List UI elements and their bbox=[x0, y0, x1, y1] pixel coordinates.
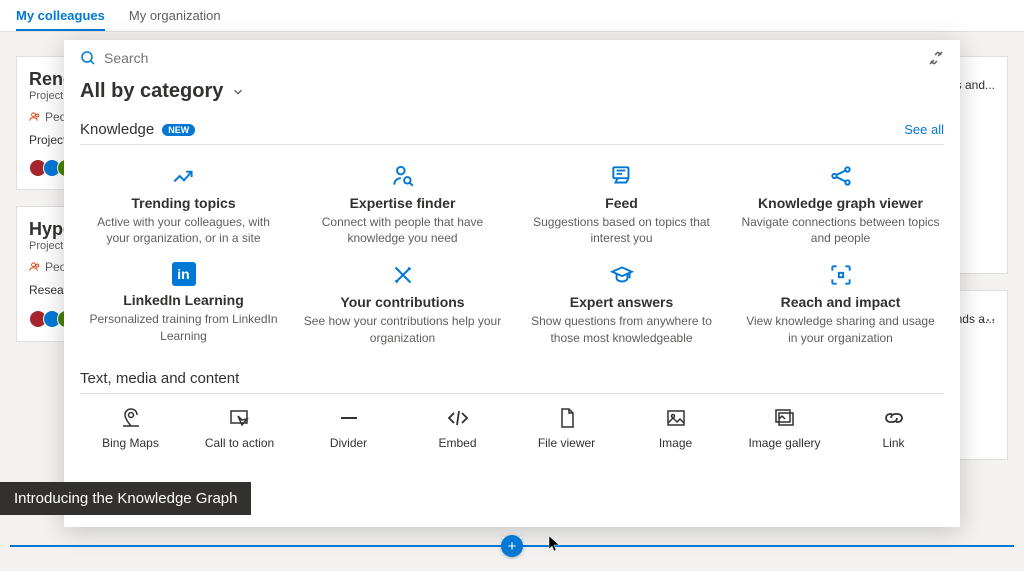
item-link[interactable]: Link bbox=[843, 406, 944, 450]
linkedin-icon: in bbox=[172, 262, 196, 286]
divider-icon bbox=[337, 406, 361, 430]
collapse-icon[interactable] bbox=[928, 50, 944, 66]
tile-linkedin-learning[interactable]: in LinkedIn Learning Personalized traini… bbox=[80, 258, 287, 349]
tile-knowledge-graph-viewer[interactable]: Knowledge graph viewer Navigate connecti… bbox=[737, 159, 944, 250]
link-icon bbox=[882, 406, 906, 430]
map-pin-icon bbox=[119, 406, 143, 430]
item-image[interactable]: Image bbox=[625, 406, 726, 450]
content-grid: Bing Maps Call to action Divider Embed F… bbox=[64, 394, 960, 462]
video-caption: Introducing the Knowledge Graph bbox=[0, 482, 251, 515]
tile-expertise-finder[interactable]: Expertise finder Connect with people tha… bbox=[299, 159, 506, 250]
mouse-cursor bbox=[548, 535, 562, 553]
gallery-icon bbox=[773, 406, 797, 430]
item-divider[interactable]: Divider bbox=[298, 406, 399, 450]
tile-your-contributions[interactable]: Your contributions See how your contribu… bbox=[299, 258, 506, 349]
tile-expert-answers[interactable]: Expert answers Show questions from anywh… bbox=[518, 258, 725, 349]
knowledge-grid: Trending topics Active with your colleag… bbox=[64, 145, 960, 364]
search-input[interactable] bbox=[104, 50, 928, 66]
item-bing-maps[interactable]: Bing Maps bbox=[80, 406, 181, 450]
item-image-gallery[interactable]: Image gallery bbox=[734, 406, 835, 450]
section-title-content: Text, media and content bbox=[80, 370, 239, 387]
tile-feed[interactable]: Feed Suggestions based on topics that in… bbox=[518, 159, 725, 250]
search-icon bbox=[80, 50, 96, 66]
trending-icon bbox=[171, 163, 197, 189]
section-title-knowledge: Knowledge NEW bbox=[80, 121, 195, 138]
tile-reach-and-impact[interactable]: Reach and impact View knowledge sharing … bbox=[737, 258, 944, 349]
person-search-icon bbox=[390, 163, 416, 189]
new-badge: NEW bbox=[162, 124, 195, 136]
tools-icon bbox=[390, 262, 416, 288]
mortarboard-icon bbox=[609, 262, 635, 288]
people-icon bbox=[29, 111, 41, 123]
category-dropdown[interactable]: All by category bbox=[80, 80, 944, 103]
chevron-down-icon bbox=[231, 85, 245, 99]
page-tabs: My colleagues My organization bbox=[0, 0, 1024, 32]
item-call-to-action[interactable]: Call to action bbox=[189, 406, 290, 450]
code-icon bbox=[446, 406, 470, 430]
item-file-viewer[interactable]: File viewer bbox=[516, 406, 617, 450]
graph-icon bbox=[828, 163, 854, 189]
webpart-toolbox-panel: All by category Knowledge NEW See all Tr… bbox=[64, 40, 960, 527]
tile-trending-topics[interactable]: Trending topics Active with your colleag… bbox=[80, 159, 287, 250]
feed-icon bbox=[609, 163, 635, 189]
cta-icon bbox=[228, 406, 252, 430]
expand-icon bbox=[828, 262, 854, 288]
tab-my-organization[interactable]: My organization bbox=[129, 8, 221, 31]
people-icon bbox=[29, 261, 41, 273]
see-all-link[interactable]: See all bbox=[904, 122, 944, 137]
more-icon[interactable]: ⋯ bbox=[980, 310, 996, 330]
item-embed[interactable]: Embed bbox=[407, 406, 508, 450]
file-icon bbox=[555, 406, 579, 430]
add-section-button[interactable]: + bbox=[501, 535, 523, 557]
image-icon bbox=[664, 406, 688, 430]
tab-my-colleagues[interactable]: My colleagues bbox=[16, 8, 105, 31]
